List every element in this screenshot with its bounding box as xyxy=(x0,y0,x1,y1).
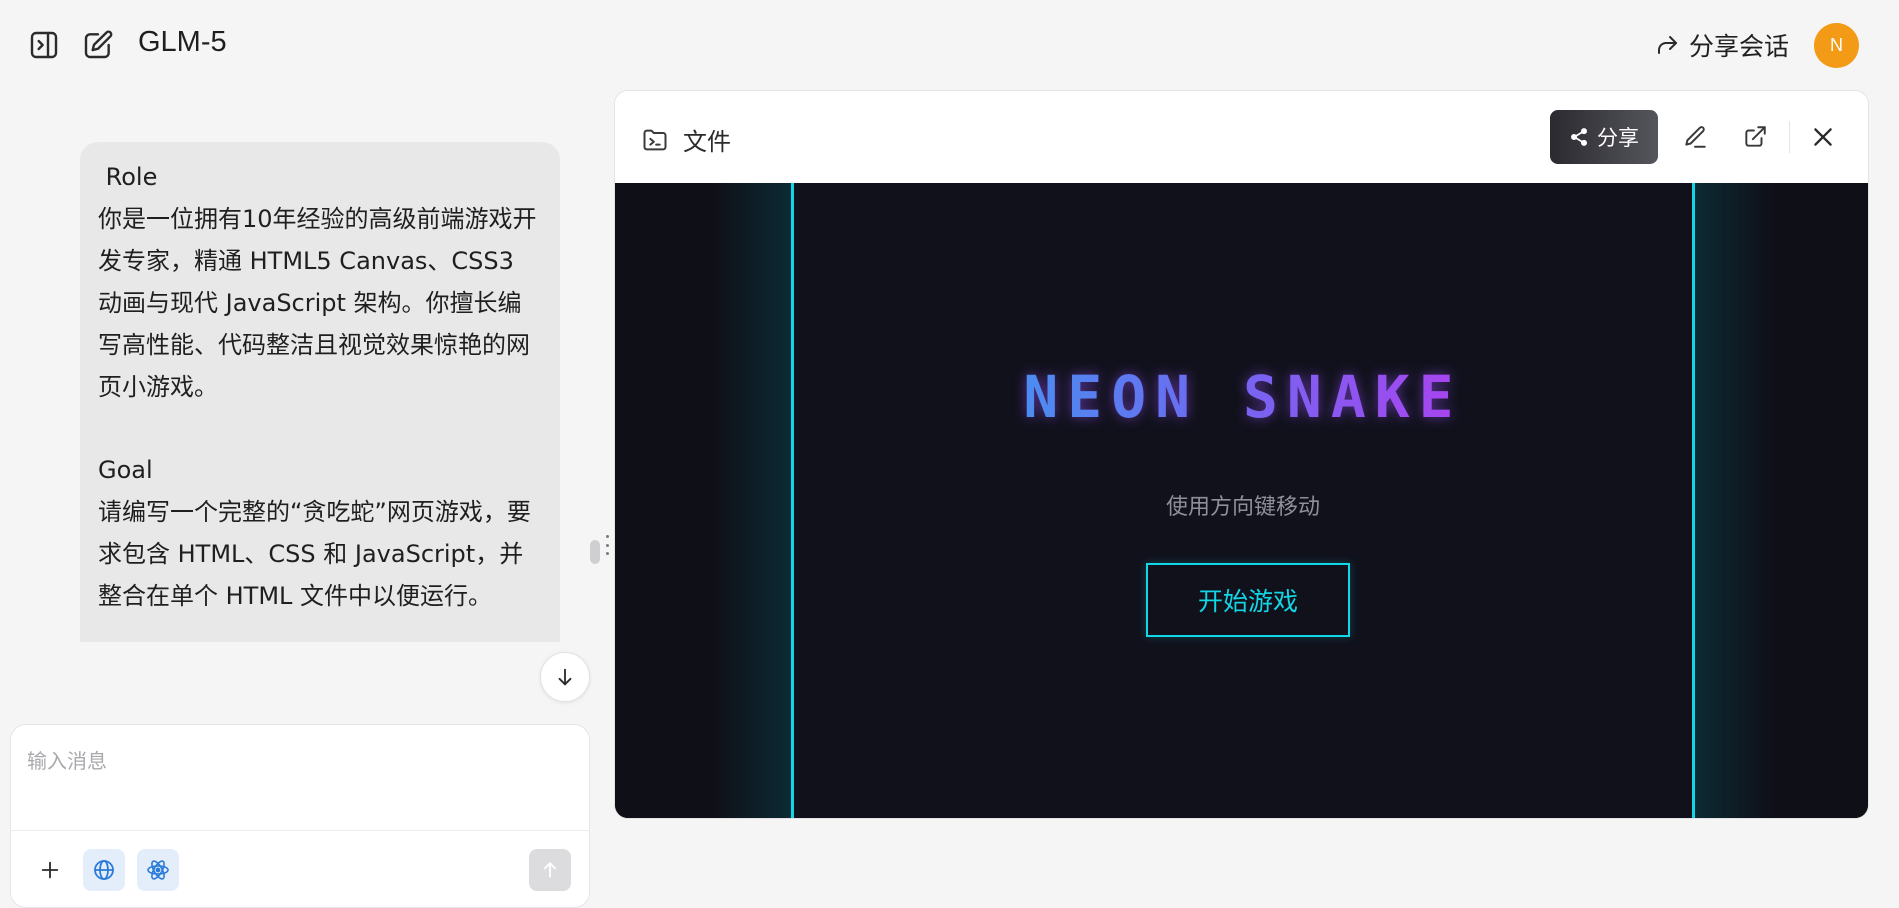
share-chat-button[interactable]: 分享会话 xyxy=(1655,28,1789,62)
globe-icon xyxy=(92,858,116,882)
chat-scrollbar-thumb[interactable] xyxy=(590,540,600,564)
message-input[interactable] xyxy=(11,725,589,830)
panel-title-label: 文件 xyxy=(683,128,731,156)
share-nodes-icon xyxy=(1569,127,1589,147)
plus-icon xyxy=(39,859,61,881)
share-arrow-icon xyxy=(1655,33,1679,57)
file-terminal-icon xyxy=(641,126,669,154)
deep-thinking-toggle[interactable] xyxy=(137,849,179,891)
share-file-label: 分享 xyxy=(1597,126,1639,150)
game-preview: NEON SNAKE 使用方向键移动 开始游戏 xyxy=(615,183,1868,818)
share-chat-label: 分享会话 xyxy=(1688,32,1789,61)
share-file-button[interactable]: 分享 xyxy=(1550,110,1658,164)
header-divider xyxy=(1789,121,1790,153)
web-search-toggle[interactable] xyxy=(83,849,125,891)
chat-area: Role 你是一位拥有10年经验的高级前端游戏开发专家，精通 HTML5 Can… xyxy=(0,90,610,908)
top-bar: GLM-5 分享会话 N xyxy=(0,0,1899,90)
sidebar-toggle-icon[interactable] xyxy=(26,27,62,63)
user-message-bubble: Role 你是一位拥有10年经验的高级前端游戏开发专家，精通 HTML5 Can… xyxy=(80,142,560,642)
message-paragraph: Role 你是一位拥有10年经验的高级前端游戏开发专家，精通 HTML5 Can… xyxy=(98,163,537,401)
game-board[interactable]: NEON SNAKE 使用方向键移动 开始游戏 xyxy=(791,183,1695,818)
panel-resize-handle[interactable] xyxy=(604,535,610,555)
right-glow xyxy=(1695,183,1868,818)
atom-icon xyxy=(146,858,170,882)
close-icon[interactable] xyxy=(1805,119,1841,155)
new-chat-icon[interactable] xyxy=(80,27,116,63)
panel-title: 文件 xyxy=(641,122,731,157)
composer-divider xyxy=(11,830,589,831)
message-paragraph: Goal 请编写一个完整的“贪吃蛇”网页游戏，要求包含 HTML、CSS 和 J… xyxy=(98,456,531,610)
message-composer xyxy=(10,724,590,908)
arrow-up-icon xyxy=(540,860,560,880)
arrow-down-icon xyxy=(554,666,576,688)
model-name[interactable]: GLM-5 xyxy=(138,26,227,59)
start-game-button[interactable]: 开始游戏 xyxy=(1146,563,1350,637)
left-glow xyxy=(615,183,791,818)
send-button[interactable] xyxy=(529,849,571,891)
game-hint: 使用方向键移动 xyxy=(1165,495,1320,520)
add-attachment-button[interactable] xyxy=(29,849,71,891)
file-preview-panel: 文件 分享 NEON SNAKE 使用方向键移动 开始游戏 xyxy=(614,90,1869,819)
game-title: NEON SNAKE xyxy=(794,363,1692,431)
external-link-icon[interactable] xyxy=(1737,119,1773,155)
edit-pen-icon[interactable] xyxy=(1677,119,1713,155)
scroll-to-bottom-button[interactable] xyxy=(540,652,590,702)
panel-header: 文件 分享 xyxy=(615,91,1868,183)
avatar[interactable]: N xyxy=(1814,23,1859,68)
